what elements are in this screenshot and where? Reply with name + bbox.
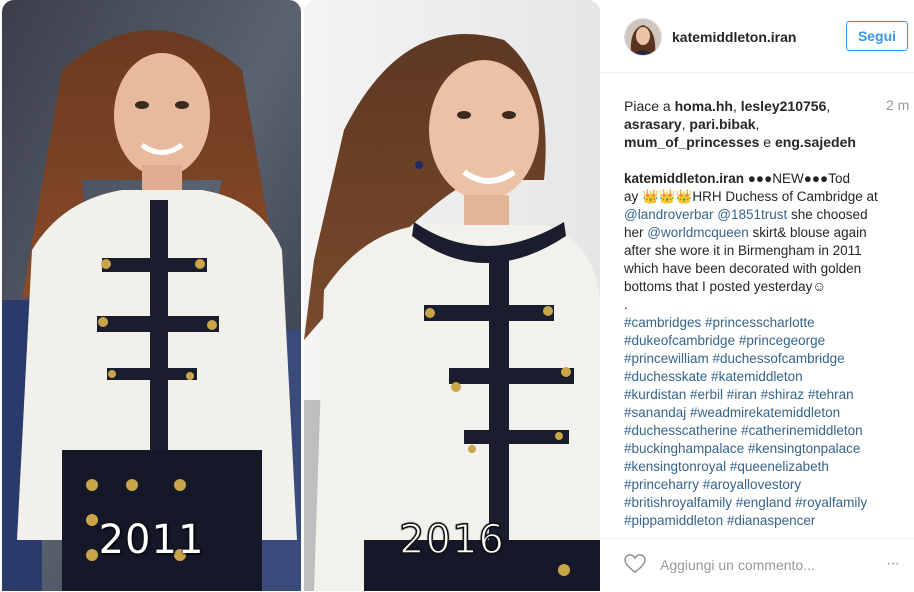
photo-2016: 2016 bbox=[304, 0, 600, 591]
caption-line: @landroverbar @1851trust she choosed bbox=[624, 207, 868, 222]
caption-username[interactable]: katemiddleton.iran bbox=[624, 171, 744, 186]
caption-line: her @worldmcqueen skirt& blouse again bbox=[624, 225, 867, 240]
caption-line: ay 👑👑👑HRH Duchess of Cambridge at bbox=[624, 189, 878, 204]
hashtag-line[interactable]: #buckinghampalace #kensingtonpalace bbox=[624, 440, 900, 458]
hashtag-line[interactable]: #pippamiddleton #dianaspencer bbox=[624, 512, 900, 530]
hashtag-line[interactable]: #kensingtonroyal #queenelizabeth bbox=[624, 458, 900, 476]
caption-line: which have been decorated with golden bbox=[624, 261, 862, 276]
hashtag-line[interactable]: #cambridges #princesscharlotte bbox=[624, 314, 900, 332]
post-caption: katemiddleton.iran ●●●NEW●●●Tod ay 👑👑👑HR… bbox=[624, 170, 900, 530]
caption-text: ●●●NEW●●●Tod bbox=[744, 171, 850, 186]
hashtag-line[interactable]: #duchesscatherine #catherinemiddleton bbox=[624, 422, 900, 440]
hashtag-line[interactable]: #kurdistan #erbil #iran #shiraz #tehran bbox=[624, 386, 900, 404]
hashtag-line[interactable]: #princeharry #aroyallovestory bbox=[624, 476, 900, 494]
mention-link[interactable]: @worldmcqueen bbox=[647, 225, 749, 240]
liker-link[interactable]: homa.hh bbox=[675, 98, 733, 114]
post-header: katemiddleton.iran Segui bbox=[600, 0, 914, 73]
caption-line: bottoms that I posted yesterday☺ bbox=[624, 279, 827, 294]
post-sidebar: katemiddleton.iran Segui Piace a homa.hh… bbox=[600, 0, 914, 591]
post-footer: ··· bbox=[600, 538, 914, 592]
avatar-image bbox=[625, 19, 661, 55]
liker-link[interactable]: asrasary bbox=[624, 116, 682, 132]
hashtag-line[interactable]: #duchesskate #katemiddleton bbox=[624, 368, 900, 386]
hashtag-line[interactable]: #princewilliam #duchessofcambridge bbox=[624, 350, 900, 368]
follow-button[interactable]: Segui bbox=[846, 21, 908, 51]
likes-prefix: Piace a bbox=[624, 98, 675, 114]
photo-2016-illustration bbox=[304, 0, 600, 591]
more-options-icon[interactable]: ··· bbox=[886, 555, 900, 573]
post-image[interactable]: 2011 2016 bbox=[0, 0, 600, 591]
mention-link[interactable]: @1851trust bbox=[717, 207, 787, 222]
liker-link[interactable]: pari.bibak bbox=[689, 116, 755, 132]
avatar[interactable] bbox=[624, 18, 662, 56]
photo-2011: 2011 bbox=[2, 0, 301, 591]
heart-icon[interactable] bbox=[624, 554, 646, 574]
year-label-2016: 2016 bbox=[398, 516, 505, 564]
liker-link[interactable]: lesley210756 bbox=[741, 98, 827, 114]
likes-conjunction: e bbox=[759, 134, 775, 150]
mention-link[interactable]: @landroverbar bbox=[624, 207, 714, 222]
caption-line: after she wore it in Birmengham in 2011 bbox=[624, 243, 862, 258]
liker-link[interactable]: mum_of_princesses bbox=[624, 134, 759, 150]
post-timestamp[interactable]: 2 m bbox=[886, 97, 909, 113]
photo-2011-illustration bbox=[2, 0, 301, 591]
caption-line: . bbox=[624, 297, 628, 312]
likes-line: Piace a homa.hh, lesley210756, asrasary,… bbox=[624, 98, 856, 150]
hashtag-line[interactable]: #britishroyalfamily #england #royalfamil… bbox=[624, 494, 900, 512]
caption-line: katemiddleton.iran ●●●NEW●●●Tod bbox=[624, 170, 900, 188]
hashtag-line[interactable]: #dukeofcambridge #princegeorge bbox=[624, 332, 900, 350]
header-username[interactable]: katemiddleton.iran bbox=[672, 29, 796, 45]
comment-input[interactable] bbox=[658, 552, 872, 578]
year-label-2011: 2011 bbox=[98, 517, 205, 563]
liker-link[interactable]: eng.sajedeh bbox=[775, 134, 856, 150]
hashtag-line[interactable]: #sanandaj #weadmirekatemiddleton bbox=[624, 404, 900, 422]
